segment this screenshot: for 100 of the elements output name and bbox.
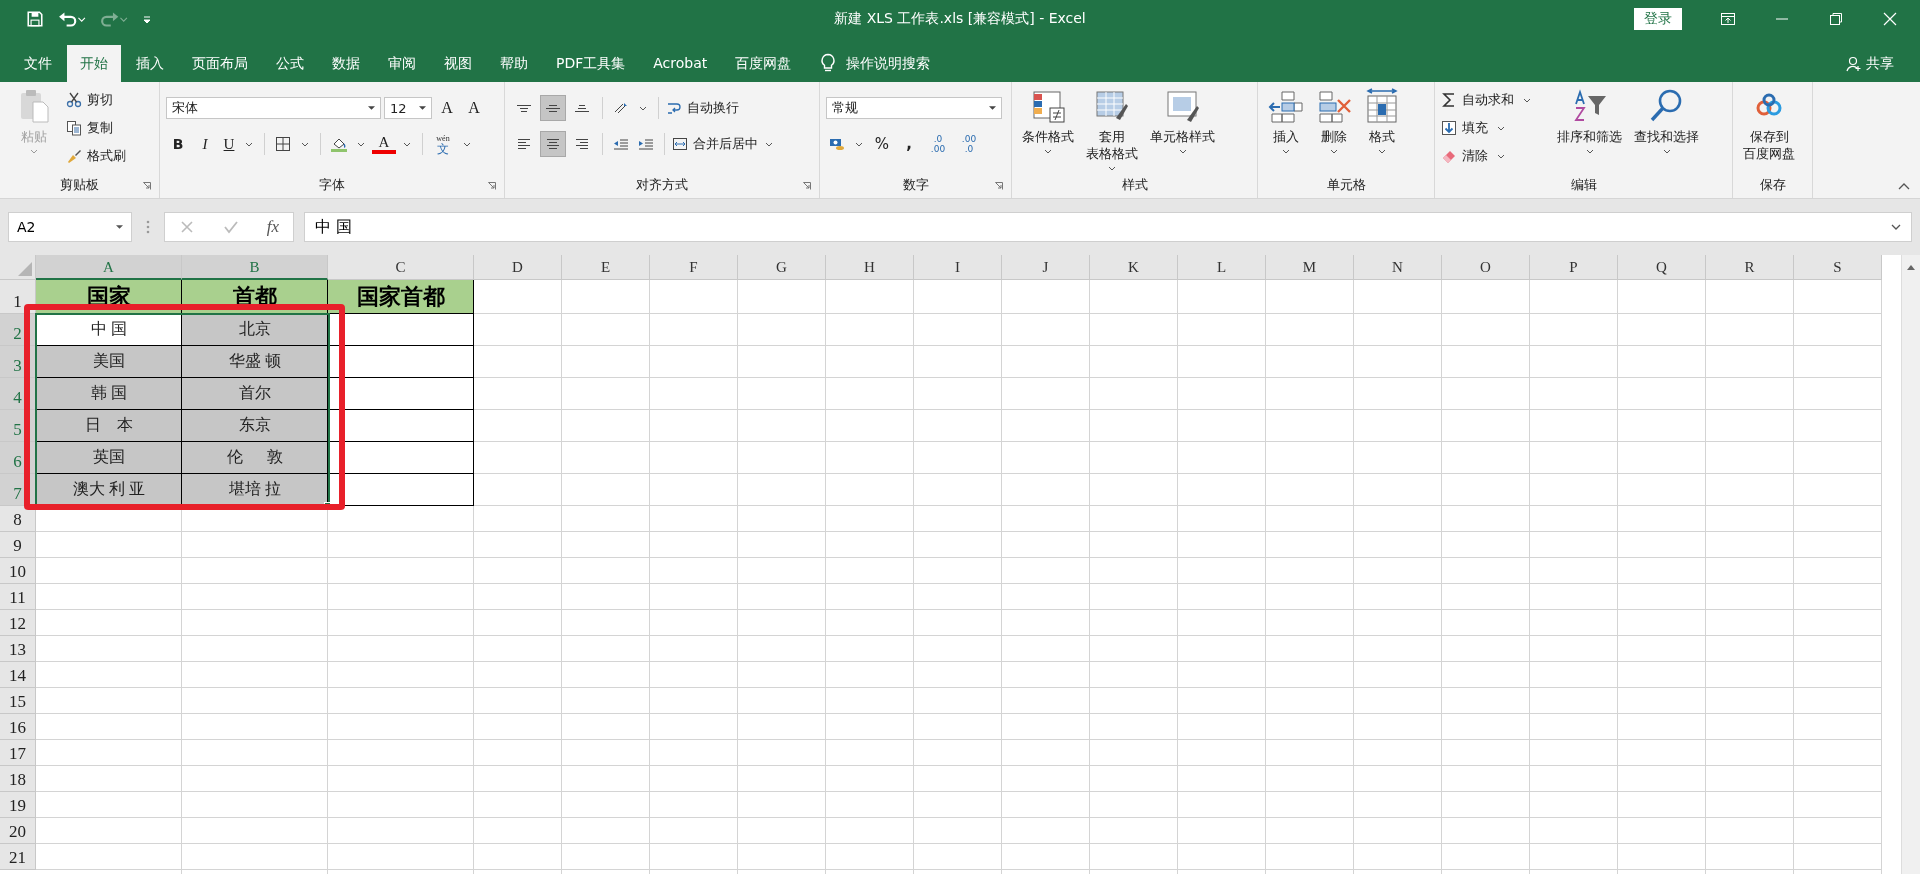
increase-font-button[interactable]: A	[435, 96, 459, 120]
column-header[interactable]: P	[1530, 255, 1618, 280]
column-header[interactable]: K	[1090, 255, 1178, 280]
row-header[interactable]: 21	[0, 844, 36, 870]
row-header[interactable]: 1	[0, 280, 36, 314]
row-header[interactable]: 17	[0, 740, 36, 766]
row-header[interactable]: 10	[0, 558, 36, 584]
tell-me-search[interactable]: 操作说明搜索	[846, 45, 931, 82]
style-command[interactable]: 单元格样式	[1146, 88, 1219, 172]
column-header[interactable]: S	[1794, 255, 1882, 280]
save-to-cloud-button[interactable]: 保存到 百度网盘	[1739, 88, 1799, 172]
expand-icon[interactable]	[1891, 224, 1901, 230]
decimal-button[interactable]: .0 .00	[924, 134, 952, 154]
ribbon-tab[interactable]: PDF工具集	[543, 45, 639, 82]
orientation-icon[interactable]	[613, 100, 629, 116]
editing-command[interactable]: 填充	[1441, 116, 1535, 140]
cells-command[interactable]: 格式	[1360, 88, 1404, 172]
row-header[interactable]: 9	[0, 532, 36, 558]
decrease-font-button[interactable]: A	[462, 96, 486, 120]
increase-indent-icon[interactable]	[638, 136, 654, 152]
align-button[interactable]	[540, 95, 566, 121]
checkmark-icon[interactable]	[222, 219, 239, 235]
ribbon-tab[interactable]: 审阅	[375, 45, 429, 82]
clipboard-command[interactable]: 格式刷	[66, 144, 126, 168]
column-header[interactable]: I	[914, 255, 1002, 280]
save-icon[interactable]	[26, 9, 44, 28]
column-header[interactable]: M	[1266, 255, 1354, 280]
restore-icon[interactable]	[1828, 10, 1844, 27]
editing-command[interactable]: 排序和筛选	[1553, 88, 1626, 172]
ribbon-tab[interactable]: Acrobat	[640, 45, 721, 82]
row-header[interactable]: 8	[0, 506, 36, 532]
number-format-field[interactable]: 常规	[826, 97, 1002, 119]
column-header[interactable]: A	[36, 255, 182, 280]
decimal-button[interactable]: .00 .0	[955, 134, 983, 154]
row-header[interactable]: 11	[0, 584, 36, 610]
italic-button[interactable]: I	[193, 132, 217, 156]
font-name-field[interactable]: 宋体	[166, 97, 381, 119]
row-header[interactable]: 15	[0, 688, 36, 714]
column-header[interactable]: L	[1178, 255, 1266, 280]
style-command[interactable]: 条件格式	[1018, 88, 1078, 172]
row-header[interactable]: 20	[0, 818, 36, 844]
clipboard-command[interactable]: 剪切	[66, 88, 126, 112]
name-box[interactable]: A2	[8, 212, 132, 242]
editing-command[interactable]: 清除	[1441, 144, 1535, 168]
editing-command[interactable]: 自动求和	[1441, 88, 1535, 112]
launcher-icon[interactable]	[995, 182, 1003, 190]
column-header[interactable]: E	[562, 255, 650, 280]
column-header[interactable]: H	[826, 255, 914, 280]
insert-function-button[interactable]: fx	[266, 217, 280, 237]
column-header[interactable]: G	[738, 255, 826, 280]
cells-command[interactable]: 删除	[1312, 88, 1356, 172]
clipboard-command[interactable]: 复制	[66, 116, 126, 140]
vertical-scrollbar[interactable]	[1901, 255, 1920, 874]
comma-button[interactable]: ,	[897, 132, 921, 156]
row-header[interactable]: 16	[0, 714, 36, 740]
column-header[interactable]: O	[1442, 255, 1530, 280]
column-header[interactable]: J	[1002, 255, 1090, 280]
font-color-button[interactable]: A	[372, 134, 396, 154]
column-header[interactable]: B	[182, 255, 328, 280]
ribbon-tab[interactable]: 开始	[67, 45, 121, 82]
launcher-icon[interactable]	[143, 182, 151, 190]
percent-button[interactable]: %	[870, 132, 894, 156]
ribbon-tab[interactable]: 视图	[431, 45, 485, 82]
row-header[interactable]: 14	[0, 662, 36, 688]
column-header[interactable]: D	[474, 255, 562, 280]
ribbon-display-icon[interactable]	[1720, 10, 1736, 27]
cells-command[interactable]: 插入	[1264, 88, 1308, 172]
borders-icon[interactable]	[275, 136, 291, 152]
ribbon-tab[interactable]: 页面布局	[179, 45, 261, 82]
ribbon-tab[interactable]: 数据	[319, 45, 373, 82]
decrease-indent-icon[interactable]	[613, 136, 629, 152]
style-command[interactable]: 套用 表格格式	[1082, 88, 1142, 172]
align-button[interactable]	[540, 131, 566, 157]
merge-center-button[interactable]: 合并后居中	[672, 132, 758, 156]
column-header[interactable]: N	[1354, 255, 1442, 280]
ribbon-tab[interactable]: 百度网盘	[722, 45, 805, 82]
underline-button[interactable]: U	[220, 132, 238, 156]
ribbon-tab[interactable]: 文件	[2, 45, 65, 82]
scroll-up-icon[interactable]	[1906, 263, 1916, 271]
column-header[interactable]: C	[328, 255, 474, 280]
ribbon-tab[interactable]: 插入	[123, 45, 177, 82]
close-icon[interactable]	[1882, 10, 1898, 27]
launcher-icon[interactable]	[803, 182, 811, 190]
wrap-text-button[interactable]: 自动换行	[666, 96, 739, 120]
bold-button[interactable]: B	[166, 132, 190, 156]
row-header[interactable]: 18	[0, 766, 36, 792]
ribbon-tab[interactable]: 帮助	[487, 45, 541, 82]
row-header[interactable]: 13	[0, 636, 36, 662]
row-header[interactable]: 19	[0, 792, 36, 818]
collapse-ribbon-icon[interactable]	[1898, 182, 1910, 190]
column-header[interactable]: R	[1706, 255, 1794, 280]
column-header[interactable]: Q	[1618, 255, 1706, 280]
launcher-icon[interactable]	[488, 182, 496, 190]
formula-input[interactable]: 中 国	[304, 212, 1912, 242]
ribbon-tab[interactable]: 公式	[263, 45, 317, 82]
currency-icon[interactable]	[829, 136, 845, 152]
editing-command[interactable]: 查找和选择	[1630, 88, 1703, 172]
login-button[interactable]: 登录	[1634, 7, 1682, 30]
row-header[interactable]: 12	[0, 610, 36, 636]
column-header[interactable]: F	[650, 255, 738, 280]
